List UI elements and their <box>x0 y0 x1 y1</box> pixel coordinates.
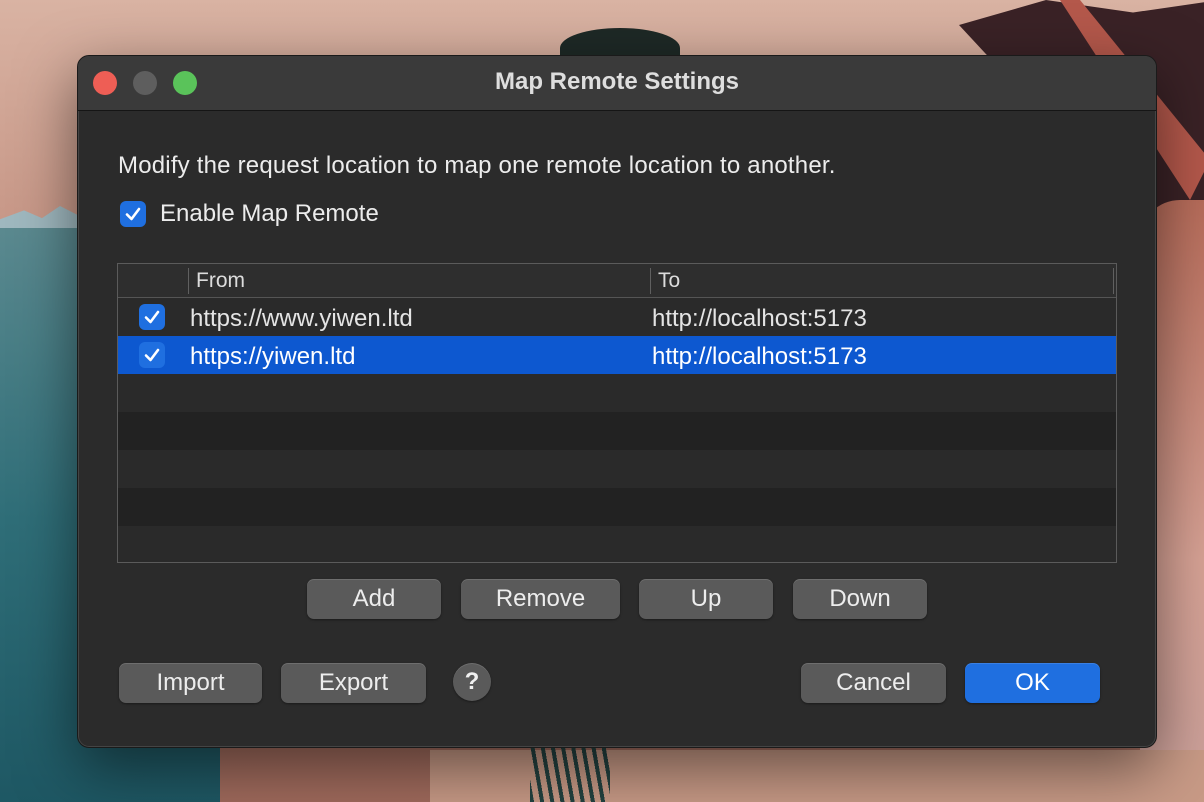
row-to-cell: http://localhost:5173 <box>652 343 867 370</box>
empty-table-row <box>118 450 1116 488</box>
checkmark-icon <box>144 310 160 324</box>
empty-table-row <box>118 412 1116 450</box>
cancel-button[interactable]: Cancel <box>801 663 946 703</box>
wallpaper-plant <box>530 740 610 802</box>
export-button[interactable]: Export <box>281 663 426 703</box>
empty-table-row <box>118 526 1116 562</box>
table-header: From To <box>118 264 1116 298</box>
column-separator[interactable] <box>1113 268 1114 294</box>
table-row[interactable]: https://www.yiwen.ltd http://localhost:5… <box>118 298 1116 336</box>
column-separator[interactable] <box>650 268 651 294</box>
checkmark-icon <box>144 348 160 362</box>
window-title: Map Remote Settings <box>494 68 740 95</box>
column-header-to[interactable]: To <box>658 269 680 293</box>
help-button[interactable]: ? <box>453 663 491 701</box>
down-button[interactable]: Down <box>793 579 927 619</box>
dialog-description: Modify the request location to map one r… <box>118 152 836 179</box>
table-row-selected[interactable]: https://yiwen.ltd http://localhost:5173 <box>118 336 1116 374</box>
remove-button[interactable]: Remove <box>461 579 620 619</box>
mappings-table: From To https://www.yiwen.ltd http://loc… <box>117 263 1117 563</box>
column-separator[interactable] <box>188 268 189 294</box>
import-button[interactable]: Import <box>119 663 262 703</box>
desktop-wallpaper: Map Remote Settings Modify the request l… <box>0 0 1204 802</box>
up-button[interactable]: Up <box>639 579 773 619</box>
column-header-from[interactable]: From <box>196 269 245 293</box>
empty-table-row <box>118 374 1116 412</box>
map-remote-settings-dialog: Map Remote Settings Modify the request l… <box>77 55 1157 748</box>
title-bar: Map Remote Settings <box>78 56 1156 111</box>
row-to-cell: http://localhost:5173 <box>652 305 867 332</box>
row-from-cell: https://www.yiwen.ltd <box>190 305 413 332</box>
checkmark-icon <box>125 207 141 221</box>
row-enabled-checkbox[interactable] <box>139 304 165 330</box>
add-button[interactable]: Add <box>307 579 441 619</box>
empty-table-row <box>118 488 1116 526</box>
enable-map-remote-checkbox[interactable] <box>120 201 146 227</box>
row-enabled-checkbox[interactable] <box>139 342 165 368</box>
row-from-cell: https://yiwen.ltd <box>190 343 356 370</box>
enable-map-remote-label: Enable Map Remote <box>160 200 379 227</box>
enable-map-remote-row[interactable]: Enable Map Remote <box>120 200 379 228</box>
ok-button[interactable]: OK <box>965 663 1100 703</box>
